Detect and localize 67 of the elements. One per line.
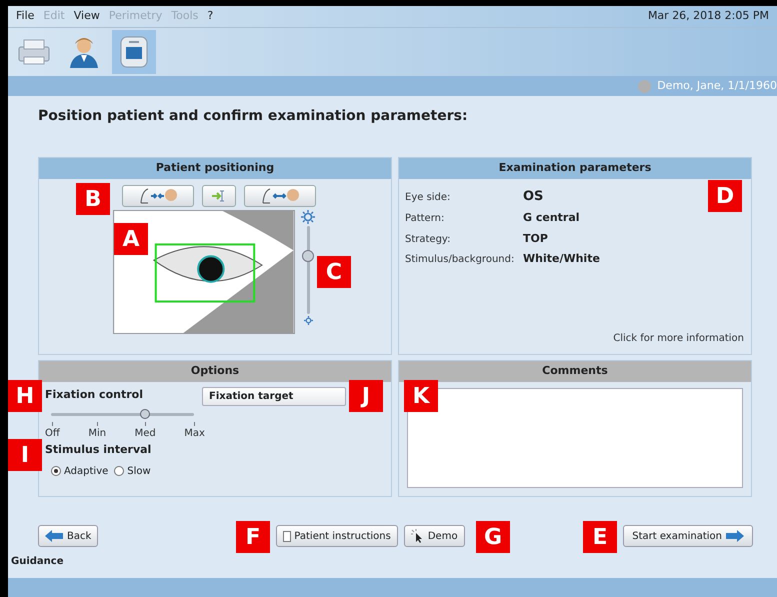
brightness-icon <box>301 210 315 224</box>
fixation-control-label: Fixation control <box>45 386 144 402</box>
stimulus-interval-label: Stimulus interval <box>45 442 152 458</box>
panel-title: Options <box>39 361 391 382</box>
person-icon <box>67 35 101 69</box>
left-arrow-icon <box>45 530 63 542</box>
printer-icon <box>17 37 51 67</box>
callout-label: J <box>349 380 383 412</box>
more-info-link[interactable]: Click for more information <box>613 331 744 346</box>
toolbar-button[interactable] <box>112 30 156 74</box>
positioning-button[interactable] <box>202 184 236 206</box>
callout-label: K <box>404 380 438 412</box>
parameter-value: OS <box>523 188 544 206</box>
brightness-low-icon <box>304 316 312 324</box>
parameter-label: Strategy: <box>405 232 452 246</box>
slider-thumb[interactable] <box>140 409 150 419</box>
panel-title: Examination parameters <box>399 158 751 178</box>
fixation-slider[interactable] <box>51 409 194 419</box>
parameter-label: Eye side: <box>405 190 452 204</box>
back-button[interactable]: Back <box>38 525 98 547</box>
cursor-icon <box>410 529 425 543</box>
tick-label: Off <box>45 427 60 441</box>
parameter-value: G central <box>523 210 580 226</box>
panel-title: Comments <box>399 361 751 382</box>
parameter-label: Pattern: <box>405 212 446 226</box>
tick-label: Min <box>88 427 106 441</box>
patient-name: Demo, Jane, 1/1/1960 <box>657 78 777 94</box>
parameter-label: Stimulus/background: <box>405 253 516 267</box>
demo-button[interactable]: Demo <box>404 525 465 547</box>
callout-label: A <box>114 223 148 255</box>
tick-label: Med <box>134 427 156 441</box>
document-icon <box>283 530 292 542</box>
date-time: Mar 26, 2018 2:05 PM <box>648 8 769 24</box>
brightness-slider[interactable] <box>302 226 314 314</box>
callout-label: E <box>583 521 617 553</box>
callout-label: I <box>8 439 42 471</box>
radio-option[interactable]: Adaptive <box>51 464 108 478</box>
perimeter-device-icon <box>119 35 149 69</box>
menu-item[interactable]: File <box>16 8 34 25</box>
callout-label: B <box>76 183 110 215</box>
tick-label: Max <box>184 427 205 441</box>
patient-instructions-button[interactable]: Patient instructions <box>276 525 398 547</box>
callout-label: D <box>708 180 742 212</box>
patient-status-icon <box>638 80 652 92</box>
fixation-target-dropdown[interactable]: Fixation target <box>202 386 346 406</box>
slider-thumb[interactable] <box>302 250 314 262</box>
callout-label: C <box>317 256 351 288</box>
parameter-value: TOP <box>523 230 548 246</box>
parameter-value: White/White <box>523 251 600 267</box>
radio-button[interactable] <box>51 466 61 476</box>
head-distance-icon <box>138 186 178 204</box>
page-heading: Position patient and confirm examination parameters: <box>38 107 469 126</box>
positioning-button[interactable] <box>244 184 316 206</box>
radio-button[interactable] <box>114 466 124 476</box>
head-distance-icon <box>260 186 300 204</box>
menu-item[interactable]: ? <box>207 8 214 25</box>
callout-label: F <box>236 521 270 553</box>
positioning-button[interactable] <box>122 184 194 206</box>
start-examination-button[interactable]: Start examination <box>623 525 753 547</box>
radio-option[interactable]: Slow <box>114 464 151 478</box>
comments-field[interactable] <box>407 388 743 488</box>
callout-label: H <box>8 380 42 412</box>
guidance-label: Guidance <box>11 555 64 569</box>
menu-item[interactable]: View <box>74 8 100 25</box>
panel-title: Patient positioning <box>39 158 391 178</box>
right-arrow-icon <box>726 530 744 542</box>
callout-label: G <box>476 521 510 553</box>
